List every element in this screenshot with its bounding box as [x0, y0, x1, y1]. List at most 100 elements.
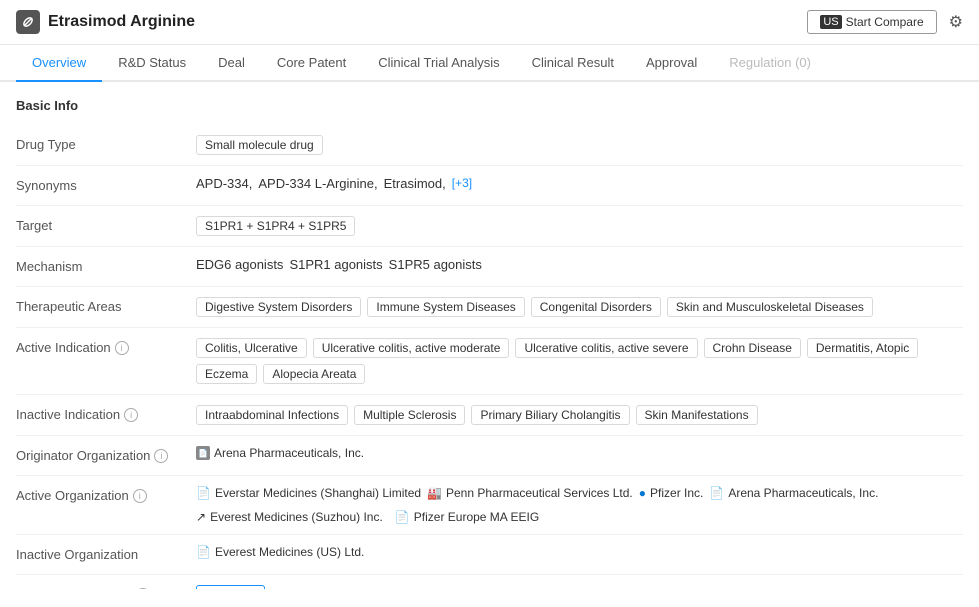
therapeutic-area-1: Digestive System Disorders — [196, 297, 361, 317]
therapeutic-area-3: Congenital Disorders — [531, 297, 661, 317]
target-tag: S1PR1 + S1PR4 + S1PR5 — [196, 216, 355, 236]
active-ind-6: Eczema — [196, 364, 257, 384]
label-therapeutic-areas: Therapeutic Areas — [16, 297, 196, 314]
active-org-5: ↗ Everest Medicines (Suzhou) Inc. — [196, 510, 383, 524]
tab-overview[interactable]: Overview — [16, 45, 102, 82]
inactive-ind-4: Skin Manifestations — [636, 405, 758, 425]
drug-highest-phase-info-icon[interactable]: i — [136, 588, 150, 590]
label-drug-type: Drug Type — [16, 135, 196, 152]
main-content: Basic Info Drug Type Small molecule drug… — [0, 82, 979, 589]
active-org-1: 📄 Everstar Medicines (Shanghai) Limited — [196, 486, 421, 500]
value-active-indication: Colitis, Ulcerative Ulcerative colitis, … — [196, 338, 963, 384]
field-originator-org: Originator Organization i 📄 Arena Pharma… — [16, 436, 963, 476]
tab-core-patent[interactable]: Core Patent — [261, 45, 362, 82]
header-right: US Start Compare ⚙ — [807, 10, 963, 34]
field-target: Target S1PR1 + S1PR4 + S1PR5 — [16, 206, 963, 247]
value-drug-highest-phase: Approved — [196, 585, 963, 589]
inactive-org-item: 📄 Everest Medicines (US) Ltd. — [196, 545, 364, 559]
therapeutic-area-4: Skin and Musculoskeletal Diseases — [667, 297, 873, 317]
active-org-info-icon[interactable]: i — [133, 489, 147, 503]
compare-label: Start Compare — [846, 15, 924, 29]
value-inactive-org: 📄 Everest Medicines (US) Ltd. — [196, 545, 963, 559]
header: Etrasimod Arginine US Start Compare ⚙ — [0, 0, 979, 45]
label-inactive-indication: Inactive Indication i — [16, 405, 196, 422]
value-drug-type: Small molecule drug — [196, 135, 963, 155]
compare-icon: US — [820, 15, 841, 29]
drug-title: Etrasimod Arginine — [48, 13, 195, 31]
tab-clinical-result[interactable]: Clinical Result — [516, 45, 630, 82]
inactive-ind-1: Intraabdominal Infections — [196, 405, 348, 425]
originator-org-info-icon[interactable]: i — [154, 449, 168, 463]
tabs-bar: Overview R&D Status Deal Core Patent Cli… — [0, 45, 979, 82]
value-synonyms: APD-334, APD-334 L-Arginine, Etrasimod, … — [196, 176, 963, 191]
value-originator-org: 📄 Arena Pharmaceuticals, Inc. — [196, 446, 963, 460]
active-org-3: ● Pfizer Inc. — [639, 486, 704, 500]
value-mechanism: EDG6 agonists S1PR1 agonists S1PR5 agoni… — [196, 257, 963, 272]
field-active-indication: Active Indication i Colitis, Ulcerative … — [16, 328, 963, 395]
active-ind-3: Ulcerative colitis, active severe — [515, 338, 697, 358]
value-inactive-indication: Intraabdominal Infections Multiple Scler… — [196, 405, 963, 425]
active-org-1-icon: 📄 — [196, 486, 211, 500]
label-synonyms: Synonyms — [16, 176, 196, 193]
label-inactive-org: Inactive Organization — [16, 545, 196, 562]
header-left: Etrasimod Arginine — [16, 10, 195, 34]
synonym-3: Etrasimod, — [384, 176, 446, 191]
field-inactive-indication: Inactive Indication i Intraabdominal Inf… — [16, 395, 963, 436]
value-target: S1PR1 + S1PR4 + S1PR5 — [196, 216, 963, 236]
label-mechanism: Mechanism — [16, 257, 196, 274]
mechanism-3: S1PR5 agonists — [389, 257, 482, 272]
tab-deal[interactable]: Deal — [202, 45, 261, 82]
synonyms-plus[interactable]: [+3] — [452, 176, 472, 190]
active-indication-info-icon[interactable]: i — [115, 341, 129, 355]
active-org-row2: ↗ Everest Medicines (Suzhou) Inc. 📄 Pfiz… — [196, 510, 963, 524]
active-org-4-icon: 📄 — [709, 486, 724, 500]
synonym-2: APD-334 L-Arginine, — [258, 176, 377, 191]
originator-org-item: 📄 Arena Pharmaceuticals, Inc. — [196, 446, 364, 460]
label-target: Target — [16, 216, 196, 233]
active-org-2-icon: 🏭 — [427, 486, 442, 500]
active-ind-4: Crohn Disease — [704, 338, 801, 358]
mechanism-2: S1PR1 agonists — [289, 257, 382, 272]
active-ind-1: Colitis, Ulcerative — [196, 338, 307, 358]
active-org-2: 🏭 Penn Pharmaceutical Services Ltd. — [427, 486, 633, 500]
label-active-indication: Active Indication i — [16, 338, 196, 355]
originator-org-icon: 📄 — [196, 446, 210, 460]
synonym-1: APD-334, — [196, 176, 252, 191]
tab-clinical-trial-analysis[interactable]: Clinical Trial Analysis — [362, 45, 515, 82]
field-drug-highest-phase: Drug Highest Phase i Approved — [16, 575, 963, 589]
inactive-org-icon: 📄 — [196, 545, 211, 559]
tab-approval[interactable]: Approval — [630, 45, 713, 82]
active-org-4: 📄 Arena Pharmaceuticals, Inc. — [709, 486, 878, 500]
inactive-ind-2: Multiple Sclerosis — [354, 405, 465, 425]
mechanism-1: EDG6 agonists — [196, 257, 283, 272]
active-ind-5: Dermatitis, Atopic — [807, 338, 918, 358]
active-org-3-icon: ● — [639, 486, 646, 500]
therapeutic-area-2: Immune System Diseases — [367, 297, 524, 317]
field-mechanism: Mechanism EDG6 agonists S1PR1 agonists S… — [16, 247, 963, 287]
settings-icon[interactable]: ⚙ — [949, 12, 963, 32]
inactive-ind-3: Primary Biliary Cholangitis — [471, 405, 629, 425]
start-compare-button[interactable]: US Start Compare — [807, 10, 936, 34]
active-org-5-icon: ↗ — [196, 510, 206, 524]
label-originator-org: Originator Organization i — [16, 446, 196, 463]
field-therapeutic-areas: Therapeutic Areas Digestive System Disor… — [16, 287, 963, 328]
drug-icon — [16, 10, 40, 34]
value-active-org: 📄 Everstar Medicines (Shanghai) Limited … — [196, 486, 963, 524]
field-drug-type: Drug Type Small molecule drug — [16, 125, 963, 166]
inactive-indication-info-icon[interactable]: i — [124, 408, 138, 422]
active-ind-7: Alopecia Areata — [263, 364, 365, 384]
drug-type-tag: Small molecule drug — [196, 135, 323, 155]
label-active-org: Active Organization i — [16, 486, 196, 503]
approved-tag: Approved — [196, 585, 265, 589]
field-synonyms: Synonyms APD-334, APD-334 L-Arginine, Et… — [16, 166, 963, 206]
value-therapeutic-areas: Digestive System Disorders Immune System… — [196, 297, 963, 317]
active-org-6-icon: 📄 — [395, 510, 410, 524]
active-org-6: 📄 Pfizer Europe MA EEIG — [395, 510, 539, 524]
label-drug-highest-phase: Drug Highest Phase i — [16, 585, 196, 589]
section-basic-info: Basic Info — [16, 98, 963, 113]
tab-regulation: Regulation (0) — [713, 45, 827, 82]
field-active-org: Active Organization i 📄 Everstar Medicin… — [16, 476, 963, 535]
tab-rd-status[interactable]: R&D Status — [102, 45, 202, 82]
active-ind-2: Ulcerative colitis, active moderate — [313, 338, 510, 358]
field-inactive-org: Inactive Organization 📄 Everest Medicine… — [16, 535, 963, 575]
